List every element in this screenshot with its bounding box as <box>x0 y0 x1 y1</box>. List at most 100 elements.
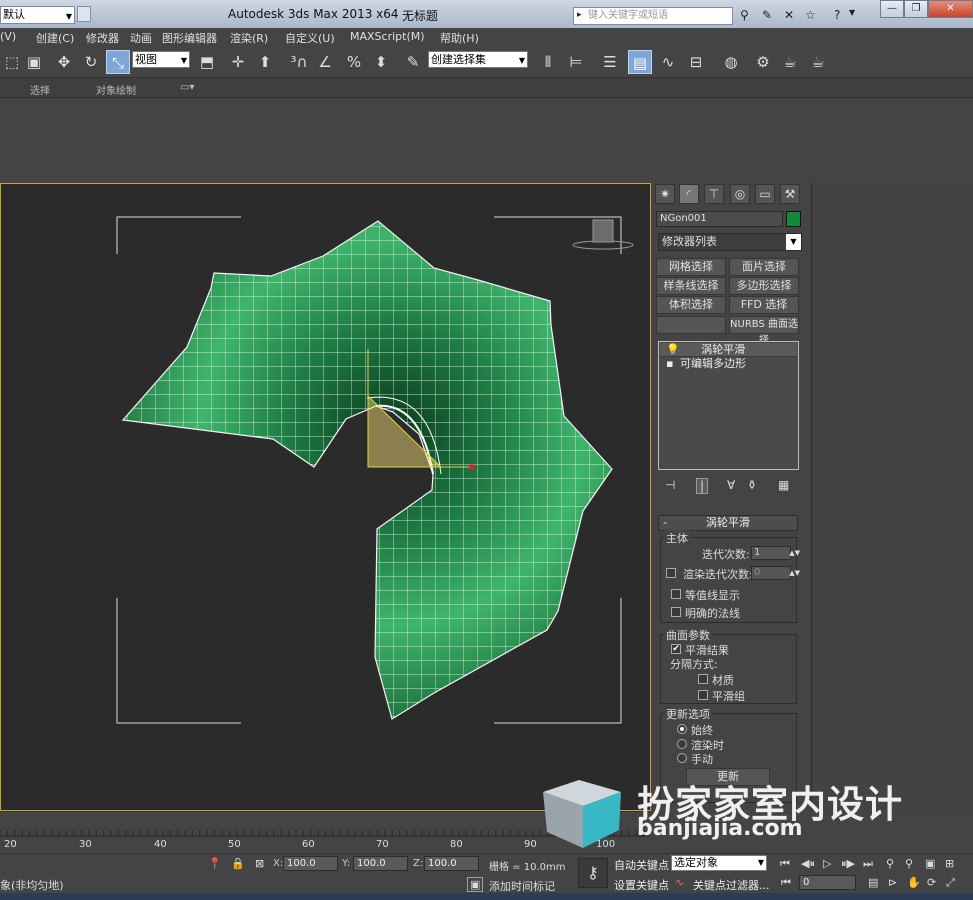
help-icon[interactable]: ? <box>834 8 840 22</box>
menu-animation[interactable]: 动画 <box>130 30 152 46</box>
move-icon[interactable]: ✥ <box>52 50 76 74</box>
go-to-start-icon[interactable]: ⏮ <box>780 857 790 871</box>
render-iterations-spinner[interactable]: 0 ▲▼ <box>751 566 800 580</box>
object-color-swatch[interactable] <box>786 211 801 227</box>
zoom-extents-all-icon[interactable]: ⊞ <box>945 857 954 870</box>
show-end-result-icon[interactable]: | <box>696 478 709 494</box>
modifier-list-combo[interactable]: 修改器列表 ▼ <box>658 233 802 251</box>
spline-select-button[interactable]: 样条线选择 <box>656 277 726 295</box>
expand-icon[interactable]: ▸ <box>577 10 582 20</box>
workspace-combo[interactable]: 默认 ▼ <box>0 6 75 24</box>
render-iterations-checkbox[interactable] <box>666 568 676 578</box>
spinner-arrows-icon[interactable]: ▲▼ <box>789 547 800 559</box>
select-region-icon[interactable]: ⬚ <box>0 50 24 74</box>
ffd-select-button[interactable]: FFD 选择 <box>729 296 799 314</box>
star-icon[interactable]: ☆ <box>805 8 816 22</box>
close-search-icon[interactable]: ✕ <box>784 8 794 22</box>
curve-editor-icon[interactable]: ∿ <box>656 50 680 74</box>
hierarchy-tab-icon[interactable]: ⊤ <box>704 184 724 204</box>
tools-icon[interactable]: ✎ <box>762 8 772 22</box>
rendered-frame-icon[interactable]: ☕ <box>778 50 802 74</box>
motion-tab-icon[interactable]: ◎ <box>730 184 750 204</box>
display-tab-icon[interactable]: ▭ <box>755 184 775 204</box>
key-filter-icon[interactable]: ∿ <box>675 876 684 889</box>
pan-icon[interactable]: ✋ <box>907 876 921 889</box>
rotate-icon[interactable]: ↻ <box>79 50 103 74</box>
set-key-button[interactable]: 设置关键点 <box>614 877 669 893</box>
modify-tab-icon[interactable]: ◜ <box>679 184 699 204</box>
go-to-end-icon[interactable]: ⏭ <box>863 857 873 871</box>
stack-item-editable-poly[interactable]: ▪ 可编辑多边形 <box>660 357 797 371</box>
ribbon-tab-selection[interactable]: 选择 <box>30 82 50 97</box>
z-coordinate-field[interactable]: 100.0 <box>424 856 479 871</box>
explicit-normals-checkbox[interactable] <box>671 607 681 617</box>
menu-help[interactable]: 帮助(H) <box>440 30 479 46</box>
manually-radio[interactable] <box>677 753 687 763</box>
smooth-result-checkbox[interactable]: ✔ <box>671 644 681 654</box>
restore-button[interactable]: ❐ <box>904 0 928 18</box>
keyboard-shortcut-icon[interactable]: ⬆ <box>253 50 277 74</box>
collapse-rollout-icon[interactable]: - <box>663 516 667 530</box>
isoline-display-checkbox[interactable] <box>671 589 681 599</box>
volume-select-button[interactable]: 体积选择 <box>656 296 726 314</box>
key-filters-button[interactable]: 关键点过滤器... <box>693 877 770 893</box>
align-icon[interactable]: ⊨ <box>564 50 588 74</box>
absolute-mode-icon[interactable]: ⊠ <box>255 857 264 870</box>
schematic-view-icon[interactable]: ⊟ <box>684 50 708 74</box>
ngon-mesh[interactable] <box>121 220 613 720</box>
next-frame-icon[interactable]: ⏸▶ <box>841 857 855 871</box>
remove-modifier-icon[interactable]: ⚱ <box>747 478 757 492</box>
named-selection-combo[interactable]: 创建选择集 ▼ <box>428 51 528 68</box>
menu-customize[interactable]: 自定义(U) <box>285 30 335 46</box>
quick-access-button[interactable] <box>77 6 91 22</box>
pivot-center-icon[interactable]: ⬒ <box>195 50 219 74</box>
snaps-icon[interactable]: ³∩ <box>287 50 311 74</box>
x-coordinate-field[interactable]: 100.0 <box>283 856 338 871</box>
poly-select-button[interactable]: 多边形选择 <box>729 277 799 295</box>
set-key-icon[interactable]: ⚷ <box>578 858 608 888</box>
menu-graph-editors[interactable]: 图形编辑器 <box>162 30 217 46</box>
zoom-icon[interactable]: ⚲ <box>886 857 894 870</box>
layer-manager-icon[interactable]: ☰ <box>598 50 622 74</box>
menu-rendering[interactable]: 渲染(R) <box>230 30 268 46</box>
menu-maxscript[interactable]: MAXScript(M) <box>350 30 425 43</box>
time-tag-icon[interactable]: ▣ <box>467 877 484 892</box>
utilities-tab-icon[interactable]: ⚒ <box>780 184 800 204</box>
when-rendering-radio[interactable] <box>677 739 687 749</box>
auto-key-button[interactable]: 自动关键点 <box>614 857 669 873</box>
orbit-icon[interactable]: ⟳ <box>927 876 936 889</box>
zoom-all-icon[interactable]: ⚲ <box>905 857 913 870</box>
edit-named-selection-icon[interactable]: ✎ <box>401 50 425 74</box>
menu-view[interactable]: (V) <box>0 30 16 43</box>
close-button[interactable]: ✕ <box>928 0 973 18</box>
mirror-icon[interactable]: ⫴ <box>536 50 560 74</box>
binoculars-icon[interactable]: ⚲ <box>740 8 749 22</box>
graphite-tools-icon[interactable]: ▤ <box>628 50 652 74</box>
material-checkbox[interactable] <box>698 674 708 684</box>
smoothing-groups-checkbox[interactable] <box>698 690 708 700</box>
rollout-header[interactable]: - 涡轮平滑 <box>658 515 798 531</box>
previous-frame-icon[interactable]: ◀⏸ <box>801 857 815 871</box>
lightbulb-icon[interactable]: 💡 <box>666 343 680 356</box>
patch-select-button[interactable]: 面片选择 <box>729 258 799 276</box>
render-production-icon[interactable]: ☕ <box>806 50 830 74</box>
perspective-viewport[interactable] <box>0 183 651 811</box>
material-editor-icon[interactable]: ◍ <box>719 50 743 74</box>
ribbon-options-icon[interactable]: ▭▾ <box>180 82 194 93</box>
create-tab-icon[interactable]: ✷ <box>655 184 675 204</box>
mesh-select-button[interactable]: 网格选择 <box>656 258 726 276</box>
nurbs-select-button[interactable]: NURBS 曲面选择 <box>729 316 799 346</box>
iterations-spinner[interactable]: 1 ▲▼ <box>751 546 800 560</box>
minimize-button[interactable]: — <box>880 0 904 18</box>
current-frame-field[interactable]: 0 <box>799 875 856 890</box>
lock-selection-icon[interactable]: 🔒 <box>231 857 245 870</box>
key-mode-toggle-icon[interactable]: ⏮ <box>781 876 791 890</box>
object-name-field[interactable]: NGon001 <box>656 211 783 227</box>
reference-coordinate-combo[interactable]: 视图 ▼ <box>132 51 190 68</box>
ribbon-tab-object-paint[interactable]: 对象绘制 <box>96 82 136 97</box>
modifier-stack[interactable]: 💡 涡轮平滑 ▪ 可编辑多边形 <box>658 341 799 470</box>
angle-snap-icon[interactable]: ∠ <box>313 50 337 74</box>
field-of-view-icon[interactable]: ⊳ <box>888 876 897 889</box>
configure-sets-icon[interactable]: ▦ <box>778 478 789 492</box>
zoom-extents-icon[interactable]: ▣ <box>925 857 935 870</box>
